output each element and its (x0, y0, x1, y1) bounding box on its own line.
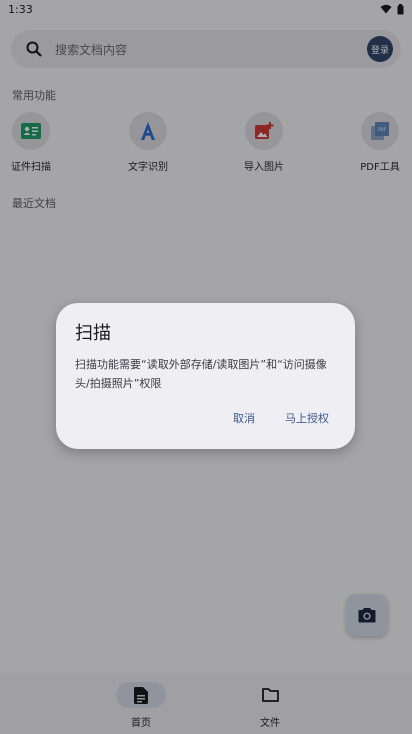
dialog-actions: 取消 马上授权 (233, 410, 329, 426)
grant-permission-button[interactable]: 马上授权 (285, 410, 329, 426)
cancel-button[interactable]: 取消 (233, 410, 255, 426)
dialog-message: 扫描功能需要“读取外部存储/读取图片”和“访问摄像头/拍摄照片”权限 (75, 358, 327, 390)
permission-dialog: 扫描 扫描功能需要“读取外部存储/读取图片”和“访问摄像头/拍摄照片”权限 取消… (56, 303, 355, 449)
dialog-title: 扫描 (75, 323, 111, 344)
